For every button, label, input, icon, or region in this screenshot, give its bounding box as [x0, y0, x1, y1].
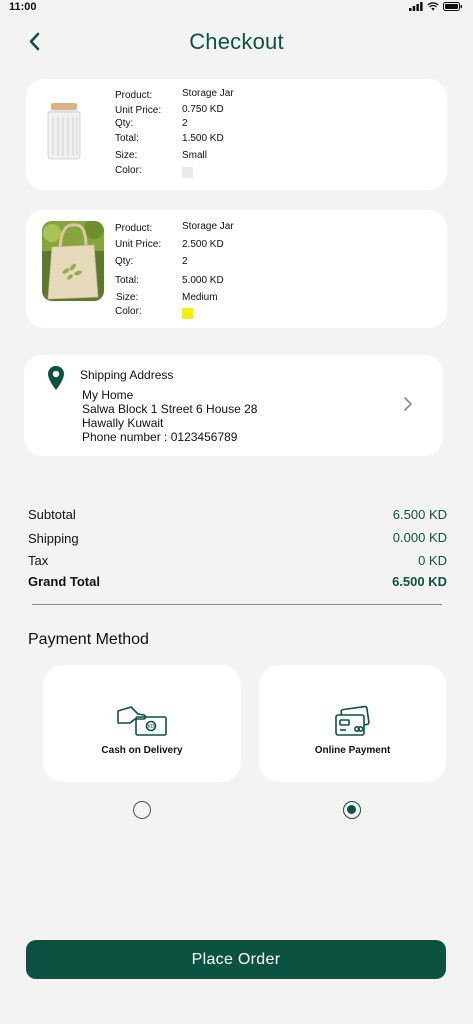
address-line1: Salwa Block 1 Street 6 House 28 — [82, 402, 258, 416]
address-phone: Phone number : 0123456789 — [82, 430, 238, 444]
payment-method-title: Payment Method — [28, 631, 149, 648]
radio-cash-on-delivery[interactable] — [133, 801, 151, 819]
color-label: Color: — [115, 165, 142, 176]
location-pin-icon — [48, 366, 64, 390]
status-bar: 11:00 — [0, 0, 473, 18]
shipping-address-title: Shipping Address — [80, 368, 174, 382]
shipping-address-card[interactable]: Shipping Address My Home Salwa Block 1 S… — [24, 355, 443, 456]
chevron-right-icon — [404, 397, 413, 411]
tax-value: 0 KD — [418, 553, 447, 568]
payment-option-label: Cash on Delivery — [101, 745, 183, 756]
address-line2: Hawally Kuwait — [82, 416, 164, 430]
color-swatch — [182, 308, 193, 319]
total-value: 5.000 KD — [182, 275, 224, 286]
qty-value: 2 — [182, 256, 188, 267]
subtotal-label: Subtotal — [28, 507, 76, 522]
unit-price-value: 0.750 KD — [182, 104, 224, 115]
product-card: Product: Storage Jar Unit Price: 2.500 K… — [26, 210, 447, 328]
address-name: My Home — [82, 388, 134, 402]
color-label: Color: — [115, 306, 142, 317]
qty-value: 2 — [182, 118, 188, 129]
color-swatch — [182, 167, 193, 178]
page-title: Checkout — [189, 29, 284, 54]
size-label: Size: — [115, 150, 138, 161]
product-name: Storage Jar — [182, 88, 234, 99]
grand-total-value: 6.500 KD — [392, 574, 447, 589]
qty-label: Qty: — [115, 256, 134, 267]
product-label: Product: — [115, 223, 153, 234]
radio-selected-dot — [347, 805, 356, 814]
shipping-value: 0.000 KD — [392, 530, 447, 545]
shipping-label: Shipping — [28, 531, 79, 546]
product-image-jar — [40, 97, 88, 161]
grand-total-label: Grand Total — [28, 574, 100, 589]
payment-option-cash-on-delivery[interactable]: KD Cash on Delivery — [43, 665, 241, 782]
tax-label: Tax — [28, 553, 49, 568]
size-value: Small — [182, 150, 208, 161]
radio-online-payment[interactable] — [343, 801, 361, 819]
battery-icon — [443, 2, 462, 11]
unit-price-value: 2.500 KD — [182, 239, 224, 250]
status-icons — [409, 2, 463, 11]
total-label: Total: — [115, 275, 139, 286]
cash-icon: KD — [117, 706, 167, 736]
subtotal-value: 6.500 KD — [392, 507, 447, 522]
product-name: Storage Jar — [182, 221, 234, 232]
product-image-tote-bag — [42, 221, 104, 301]
status-time: 11:00 — [9, 1, 37, 13]
credit-card-icon — [334, 705, 370, 736]
qty-label: Qty: — [115, 118, 134, 129]
unit-price-label: Unit Price: — [115, 105, 162, 116]
product-label: Product: — [115, 90, 153, 101]
total-label: Total: — [115, 133, 139, 144]
payment-option-online-payment[interactable]: Online Payment — [259, 665, 446, 782]
svg-text:KD: KD — [148, 724, 155, 730]
payment-option-label: Online Payment — [314, 745, 391, 756]
size-label: Size: — [116, 292, 139, 303]
product-card: Product: Storage Jar Unit Price: 0.750 K… — [26, 79, 447, 190]
size-value: Medium — [182, 292, 218, 303]
unit-price-label: Unit Price: — [115, 239, 162, 250]
wifi-icon — [427, 2, 439, 11]
divider — [32, 604, 442, 605]
place-order-button[interactable]: Place Order — [26, 940, 446, 979]
signal-icon — [409, 2, 423, 11]
total-value: 1.500 KD — [182, 133, 224, 144]
